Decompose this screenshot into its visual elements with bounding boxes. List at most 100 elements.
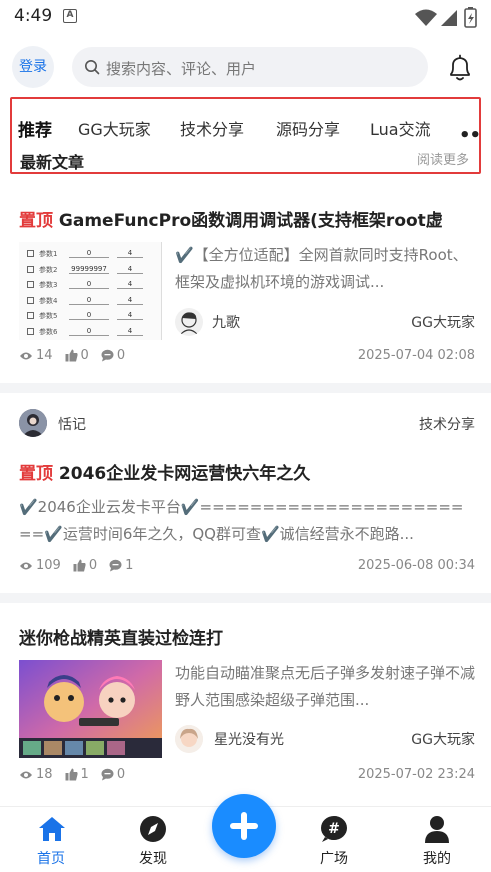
checkbox-icon bbox=[27, 296, 34, 304]
pinned-badge: 置顶 bbox=[19, 211, 53, 231]
search-input[interactable]: 搜索内容、评论、用户 bbox=[72, 47, 428, 87]
nav-square-label: 广场 bbox=[320, 851, 348, 867]
post-category[interactable]: GG大玩家 bbox=[411, 312, 475, 332]
param-label: 参数4 bbox=[39, 296, 58, 305]
top-header: 登录 搜索内容、评论、用户 bbox=[0, 44, 491, 92]
post-title-text: 2046企业发卡网运营快六年之久 bbox=[58, 464, 311, 484]
hashtag-icon: # bbox=[321, 816, 347, 842]
game-art-image bbox=[19, 660, 162, 758]
eye-icon bbox=[20, 352, 32, 359]
post-date: 2025-06-08 00:34 bbox=[357, 558, 475, 573]
category-tab-bar: 推荐 GG大玩家 技术分享 源码分享 Lua交流 ••• 最新文章 阅读更多 bbox=[10, 97, 481, 174]
comment-count-value: 0 bbox=[116, 767, 126, 782]
post-card[interactable]: 迷你枪战精英直装过检连打 功能自动瞄准聚点无后子弹多发射速子弹不减野人范围感染超… bbox=[0, 603, 491, 803]
post-card[interactable]: 恬记 技术分享 置顶 2046企业发卡网运营快六年之久 ✔️2046企业云发卡平… bbox=[0, 393, 491, 593]
thumbnail-param-row: 参数2 99999997 4 bbox=[27, 264, 157, 276]
param-value: 0 bbox=[69, 280, 109, 289]
param-value: 99999997 bbox=[69, 265, 109, 274]
thumbnail-param-row: 参数6 0 4 bbox=[27, 326, 157, 338]
view-count: 14 bbox=[19, 348, 53, 363]
comment-count[interactable]: 0 bbox=[101, 348, 125, 363]
tab-gg-player[interactable]: GG大玩家 bbox=[78, 116, 151, 140]
nav-home[interactable]: 首页 bbox=[11, 807, 91, 872]
author-name[interactable]: 星光没有光 bbox=[214, 729, 284, 749]
post-excerpt: 功能自动瞄准聚点无后子弹多发射速子弹不减野人范围感染超级子弹范围... bbox=[175, 664, 475, 709]
author-name[interactable]: 九歌 bbox=[212, 312, 240, 332]
more-tabs-icon[interactable]: ••• bbox=[459, 125, 479, 146]
status-bar: 4:49 A bbox=[0, 0, 491, 34]
login-button[interactable]: 登录 bbox=[12, 46, 54, 88]
bell-icon[interactable] bbox=[447, 54, 473, 82]
comment-count[interactable]: 0 bbox=[101, 767, 125, 782]
comment-icon bbox=[101, 768, 114, 781]
post-stats: 18 1 0 bbox=[19, 767, 125, 782]
nav-home-label: 首页 bbox=[37, 851, 65, 867]
param-value-2: 4 bbox=[117, 280, 143, 289]
avatar-photo-icon bbox=[19, 409, 47, 437]
thumbs-up-icon bbox=[65, 349, 78, 362]
like-count-value: 0 bbox=[88, 558, 98, 573]
view-count-value: 18 bbox=[36, 767, 53, 782]
compass-icon bbox=[140, 816, 166, 842]
comment-icon bbox=[109, 559, 122, 572]
thumbnail-param-row: 参数1 0 4 bbox=[27, 248, 157, 260]
view-count: 18 bbox=[19, 767, 53, 782]
like-count[interactable]: 0 bbox=[65, 348, 89, 363]
nav-discover[interactable]: 发现 bbox=[113, 807, 193, 872]
post-excerpt: ✔️【全方位适配】全网首款同时支持Root、框架及虚拟机环境的游戏调试... bbox=[175, 246, 468, 291]
author-avatar[interactable] bbox=[175, 308, 203, 336]
like-count-value: 0 bbox=[80, 348, 89, 363]
home-icon bbox=[39, 817, 65, 841]
param-value-2: 4 bbox=[117, 249, 143, 258]
search-icon bbox=[85, 60, 100, 75]
param-value-2: 4 bbox=[117, 311, 143, 320]
comment-count-value: 0 bbox=[116, 348, 126, 363]
post-stats: 109 0 1 bbox=[19, 558, 133, 573]
post-thumbnail bbox=[19, 660, 162, 758]
thumbnail-param-row: 参数4 0 4 bbox=[27, 295, 157, 307]
view-count: 109 bbox=[19, 558, 61, 573]
param-value: 0 bbox=[69, 327, 109, 336]
param-value: 0 bbox=[69, 296, 109, 305]
checkbox-icon bbox=[27, 327, 34, 335]
thumbs-up-icon bbox=[73, 559, 86, 572]
nav-mine[interactable]: 我的 bbox=[397, 807, 477, 872]
checkbox-icon bbox=[27, 312, 34, 319]
read-more-link[interactable]: 阅读更多 bbox=[417, 149, 469, 168]
thumbnail-param-row: 参数3 0 4 bbox=[27, 279, 157, 291]
author-name[interactable]: 恬记 bbox=[58, 414, 86, 434]
param-value-2: 4 bbox=[117, 265, 143, 274]
author-avatar[interactable] bbox=[19, 409, 47, 437]
post-category[interactable]: GG大玩家 bbox=[411, 729, 475, 749]
checkbox-icon bbox=[27, 250, 34, 257]
thumbnail-param-row: 参数5 0 4 bbox=[27, 310, 157, 322]
nav-square[interactable]: # 广场 bbox=[294, 807, 374, 872]
comment-count[interactable]: 1 bbox=[109, 558, 133, 573]
like-count[interactable]: 0 bbox=[73, 558, 97, 573]
tab-lua-exchange[interactable]: Lua交流 bbox=[370, 116, 431, 140]
tab-source-share[interactable]: 源码分享 bbox=[276, 116, 340, 140]
post-excerpt: ✔️2046企业云发卡平台✔️=======================✔️… bbox=[19, 498, 464, 543]
post-title: 迷你枪战精英直装过检连打 bbox=[19, 629, 223, 649]
author-avatar[interactable] bbox=[175, 725, 203, 753]
nav-discover-label: 发现 bbox=[139, 851, 167, 867]
plus-icon bbox=[230, 812, 258, 840]
post-category[interactable]: 技术分享 bbox=[419, 414, 475, 434]
svg-text:#: # bbox=[328, 821, 340, 837]
tab-tech-share[interactable]: 技术分享 bbox=[180, 116, 244, 140]
comment-icon bbox=[101, 349, 114, 362]
param-label: 参数6 bbox=[39, 327, 58, 336]
like-count[interactable]: 1 bbox=[65, 767, 89, 782]
nav-mine-label: 我的 bbox=[423, 851, 451, 867]
post-title-text: GameFuncPro函数调用调试器(支持框架root虚 bbox=[58, 211, 443, 231]
post-title: 置顶 2046企业发卡网运营快六年之久 bbox=[19, 459, 475, 484]
card-divider bbox=[0, 383, 491, 393]
like-count-value: 1 bbox=[80, 767, 89, 782]
create-post-button[interactable] bbox=[212, 794, 276, 858]
param-label: 参数2 bbox=[39, 265, 58, 274]
param-value: 0 bbox=[69, 249, 109, 258]
post-card[interactable]: 置顶 GameFuncPro函数调用调试器(支持框架root虚 参数1 0 4 参数2… bbox=[0, 190, 491, 390]
pinned-badge: 置顶 bbox=[19, 464, 53, 484]
post-date: 2025-07-04 02:08 bbox=[357, 348, 475, 363]
tab-recommend[interactable]: 推荐 bbox=[18, 116, 52, 141]
